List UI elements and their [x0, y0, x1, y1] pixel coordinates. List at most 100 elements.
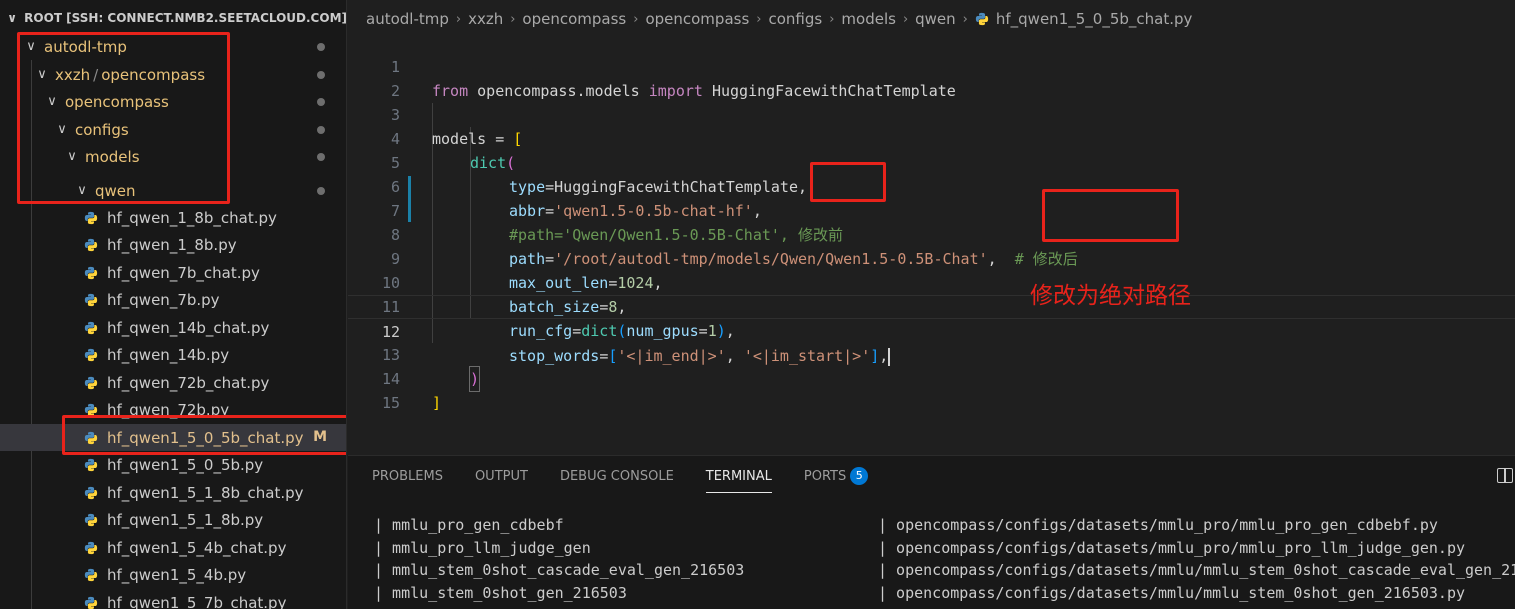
modified-dot-icon [317, 43, 325, 51]
breadcrumb-item[interactable]: configs [768, 10, 822, 28]
chevron-down-icon: ∨ [26, 39, 36, 54]
file-label: hf_qwen1_5_4b_chat.py [107, 538, 287, 557]
file-item[interactable]: hf_qwen1_5_1_8b_chat.py [0, 479, 346, 506]
folder-label: xxzh [55, 65, 91, 84]
bottom-panel: PROBLEMS OUTPUT DEBUG CONSOLE TERMINAL P… [348, 455, 1515, 609]
file-label: hf_qwen1_5_1_8b_chat.py [107, 483, 304, 502]
file-item[interactable]: hf_qwen_72b_chat.py [0, 369, 346, 396]
python-file-icon [84, 293, 98, 307]
file-item[interactable]: hf_qwen_1_8b.py [0, 231, 346, 258]
tab-output[interactable]: OUTPUT [475, 464, 528, 490]
terminal-line: | mmlu_stem_0shot_cascade_eval_gen_21650… [374, 561, 745, 579]
breadcrumb-item[interactable]: hf_qwen1_5_0_5b_chat.py [996, 10, 1193, 28]
file-item[interactable]: hf_qwen1_5_4b.py [0, 561, 346, 588]
python-file-icon [84, 513, 98, 527]
breadcrumb-item[interactable]: models [841, 10, 896, 28]
code-line-14: 14 ] [348, 343, 1515, 412]
file-label: hf_qwen_7b_chat.py [107, 263, 260, 282]
terminal-line: | opencompass/configs/datasets/mmlu/mmlu… [878, 583, 1465, 602]
file-label: hf_qwen1_5_0_5b_chat.py [107, 428, 304, 447]
python-file-icon [84, 266, 98, 280]
modified-dot-icon [317, 153, 325, 161]
file-item[interactable]: hf_qwen_14b.py [0, 341, 346, 368]
folder-models[interactable]: ∨ models [0, 143, 346, 170]
file-label: hf_qwen_14b_chat.py [107, 318, 270, 337]
tab-ports-label: PORTS [803, 469, 847, 484]
ports-count-badge: 5 [850, 467, 869, 485]
python-file-icon [84, 403, 98, 417]
code-line-4: 4 dict( [348, 103, 1515, 172]
terminal-line: | mmlu_pro_gen_cdbebf [374, 516, 564, 534]
modified-dot-icon [317, 187, 325, 195]
bracket: ] [432, 394, 442, 412]
tab-terminal[interactable]: TERMINAL [705, 464, 773, 493]
code-line-10: 10 batch_size=8, [348, 247, 1515, 316]
code-line-11: 11 run_cfg=dict(num_gpus=1), [348, 271, 1515, 340]
folder-xxzh-opencompass[interactable]: ∨ xxzh / opencompass [0, 61, 346, 88]
code-line-8: 8 path='/root/autodl-tmp/models/Qwen/Qwe… [348, 199, 1515, 268]
breadcrumb-item[interactable]: autodl-tmp [366, 10, 449, 28]
tab-problems[interactable]: PROBLEMS [372, 464, 443, 490]
file-label: hf_qwen1_5_1_8b.py [107, 510, 264, 529]
chevron-right-icon: › [510, 11, 516, 27]
file-item[interactable]: hf_qwen1_5_4b_chat.py [0, 534, 346, 561]
python-file-icon [84, 376, 98, 390]
file-item[interactable]: hf_qwen1_5_0_5b_chat.py M [0, 424, 346, 451]
chevron-right-icon: › [962, 11, 968, 27]
explorer-sidebar: ∨ ROOT [SSH: CONNECT.NMB2.SEETACLOUD.COM… [0, 0, 347, 609]
breadcrumb-item[interactable]: qwen [915, 10, 956, 28]
file-item[interactable]: hf_qwen_72b.py [0, 396, 346, 423]
chevron-down-icon: ∨ [7, 11, 17, 25]
explorer-root-label: ROOT [SSH: CONNECT.NMB2.SEETACLOUD.COM] [24, 11, 347, 25]
file-item[interactable]: hf_qwen_14b_chat.py [0, 314, 346, 341]
code-line-5: 5 type=HuggingFacewithChatTemplate, [348, 127, 1515, 196]
chevron-right-icon: › [829, 11, 835, 27]
folder-qwen[interactable]: ∨ qwen [0, 177, 346, 204]
file-label: hf_qwen_1_8b_chat.py [107, 208, 277, 227]
breadcrumb-item[interactable]: opencompass [522, 10, 626, 28]
code-line-1: 1 from opencompass.models import Hugging… [348, 31, 1515, 100]
path-separator: / [93, 65, 99, 84]
code-line-15: 15 [348, 367, 1515, 412]
breadcrumb-item[interactable]: opencompass [645, 10, 749, 28]
modified-dot-icon [317, 126, 325, 134]
panel-tabs: PROBLEMS OUTPUT DEBUG CONSOLE TERMINAL P… [372, 464, 900, 493]
file-item[interactable]: hf_qwen1_5_1_8b.py [0, 506, 346, 533]
tab-ports[interactable]: PORTS 5 [803, 464, 869, 490]
folder-label: configs [75, 120, 129, 139]
chevron-down-icon: ∨ [37, 67, 47, 82]
python-file-icon [975, 12, 989, 26]
folder-configs[interactable]: ∨ configs [0, 116, 346, 143]
explorer-root-header[interactable]: ∨ ROOT [SSH: CONNECT.NMB2.SEETACLOUD.COM… [0, 6, 347, 30]
folder-opencompass[interactable]: ∨ opencompass [0, 88, 346, 115]
python-file-icon [84, 321, 98, 335]
file-item[interactable]: hf_qwen_7b_chat.py [0, 259, 346, 286]
chevron-down-icon: ∨ [67, 149, 77, 164]
chevron-right-icon: › [756, 11, 762, 27]
chevron-right-icon: › [633, 11, 639, 27]
file-item[interactable]: hf_qwen_7b.py [0, 286, 346, 313]
file-item[interactable]: hf_qwen1_5_0_5b.py [0, 451, 346, 478]
folder-autodl-tmp[interactable]: ∨ autodl-tmp [0, 33, 346, 60]
python-file-icon [84, 431, 98, 445]
code-line-12: 12 stop_words=['<|im_end|>', '<|im_start… [348, 295, 1515, 366]
file-label: hf_qwen_72b.py [107, 400, 230, 419]
file-item[interactable]: hf_qwen1_5_7b_chat.py [0, 589, 346, 609]
chevron-right-icon: › [902, 11, 909, 27]
breadcrumb: autodl-tmp › xxzh › opencompass › opencompass ›… [348, 7, 1192, 31]
code-line-7: 7 #path='Qwen/Qwen1.5-0.5B-Chat', 修改前 [348, 175, 1515, 244]
code-editor[interactable]: 1 from opencompass.models import Hugging… [348, 31, 1515, 455]
breadcrumb-item[interactable]: xxzh [468, 10, 503, 28]
split-panel-icon[interactable] [1497, 468, 1513, 483]
python-file-icon [84, 458, 98, 472]
python-file-icon [84, 211, 98, 225]
file-label: hf_qwen1_5_7b_chat.py [107, 593, 287, 609]
file-item[interactable]: hf_qwen_1_8b_chat.py [0, 204, 346, 231]
chevron-down-icon: ∨ [77, 183, 87, 198]
tab-debug-console[interactable]: DEBUG CONSOLE [560, 464, 674, 490]
terminal-line: | opencompass/configs/datasets/mmlu_pro/… [878, 538, 1465, 557]
folder-label: models [85, 147, 140, 166]
terminal-line: | opencompass/configs/datasets/mmlu_pro/… [878, 516, 1438, 534]
folder-label: qwen [95, 181, 136, 200]
file-label: hf_qwen_1_8b.py [107, 235, 237, 254]
